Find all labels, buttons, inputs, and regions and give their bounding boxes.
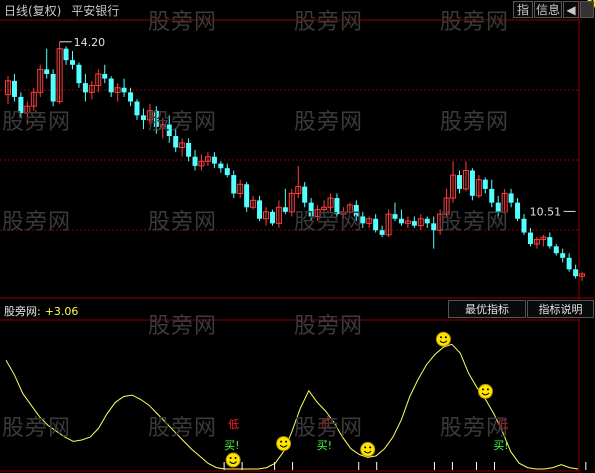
signal-markers: 低 低 低买! 买! 买! [224, 0, 595, 470]
candle-body [373, 218, 379, 231]
candle-body [360, 216, 366, 224]
smiley-eye [481, 388, 484, 391]
candle-body [76, 64, 82, 84]
candle-body [166, 124, 172, 137]
chart-header: 日线(复权) 平安银行 [4, 2, 125, 19]
annotation-label: 14.20 [74, 36, 106, 49]
candle-body [102, 73, 108, 79]
smiley-icon [276, 436, 292, 452]
info-button[interactable]: 信息 [534, 1, 562, 18]
smiley-eye [229, 457, 232, 459]
candle-body [379, 230, 385, 235]
smiley-eye [280, 440, 283, 443]
candle-body [508, 193, 514, 203]
candle-body [495, 202, 501, 212]
indicator-series [5, 343, 579, 470]
candle-body [134, 101, 140, 116]
candle-body [560, 253, 566, 258]
smiley-eye [285, 440, 288, 443]
candle-body [353, 204, 359, 217]
annotation-label: 10.51 [530, 205, 562, 218]
candle-body [186, 142, 192, 157]
scrollbar-thumb[interactable] [580, 1, 594, 18]
chart-stage: 14.20 10.51 低 低 低买! 买! 买! [0, 0, 595, 473]
signal-buy-label: 买! [493, 439, 508, 452]
candle-body [547, 237, 553, 247]
candle-body [211, 156, 217, 164]
candle-body [398, 218, 404, 224]
candle-body [44, 69, 50, 74]
candle-body [224, 168, 230, 176]
smiley-eye [364, 446, 367, 449]
candle-body [192, 156, 198, 166]
candle-body [140, 115, 146, 120]
smiley-eye [234, 457, 237, 459]
candle-body [392, 214, 398, 219]
smiley-icon [225, 452, 241, 468]
period-label: 日线(复权) [4, 4, 62, 18]
candle-body [566, 257, 572, 270]
indicator-line [5, 343, 579, 470]
candle-body [411, 221, 417, 226]
smiley-icon [360, 441, 376, 457]
signal-buy-label: 买! [224, 439, 239, 452]
smiley-eye [369, 446, 372, 449]
candle-body [244, 184, 250, 208]
stock-name: 平安银行 [71, 4, 120, 18]
candle-body [424, 218, 430, 224]
candle-body [257, 200, 263, 219]
candle-body [431, 223, 437, 231]
candle-body [108, 78, 114, 93]
indicator-value: +3.06 [44, 305, 79, 318]
candle-body [269, 211, 275, 224]
candle-body [18, 96, 24, 114]
candle-body [121, 87, 127, 93]
candle-body [82, 83, 88, 93]
smiley-eye [444, 336, 447, 339]
smiley-eye [486, 388, 489, 391]
candle-body [482, 179, 488, 189]
collapse-icon[interactable]: ◀ [563, 1, 579, 18]
candle-body [521, 218, 527, 233]
best-indicator-button[interactable]: 最优指标 [448, 300, 526, 318]
indicator-name: 股旁网: [4, 305, 41, 318]
smiley-icon [435, 331, 451, 347]
candle-body [63, 48, 69, 61]
candle-body [153, 110, 159, 127]
candle-body [50, 73, 56, 102]
candle-body [282, 207, 288, 212]
candle-body [515, 202, 521, 219]
candle-body [457, 175, 462, 189]
smiley-icon [477, 383, 493, 399]
candle-body [302, 186, 308, 203]
candle-body [469, 170, 475, 196]
candle-body [173, 136, 179, 148]
candle-body [231, 175, 237, 194]
candle-body [218, 163, 224, 169]
indicator-header: 股旁网: +3.06 [4, 303, 78, 319]
price-annotations: 14.20 10.51 [59, 36, 576, 218]
candle-body [308, 202, 314, 217]
candle-body [573, 269, 579, 277]
candle-body [553, 246, 559, 254]
signal-low-label: 低 [497, 418, 508, 431]
candlestick-series [5, 41, 586, 281]
candle-body [527, 232, 533, 245]
signal-low-label: 低 [228, 418, 239, 431]
grid-lines [0, 0, 595, 473]
signal-buy-label: 买! [317, 439, 332, 452]
indicator-help-button[interactable]: 指标说明 [527, 300, 594, 318]
smiley-eye [439, 336, 442, 339]
candle-body [11, 80, 17, 97]
signal-low-label: 低 [321, 418, 332, 431]
candle-body [70, 60, 75, 65]
candle-body [489, 188, 495, 203]
candle-body [334, 198, 340, 215]
indicator-button[interactable]: 指 [513, 1, 533, 18]
candle-body [128, 92, 134, 102]
